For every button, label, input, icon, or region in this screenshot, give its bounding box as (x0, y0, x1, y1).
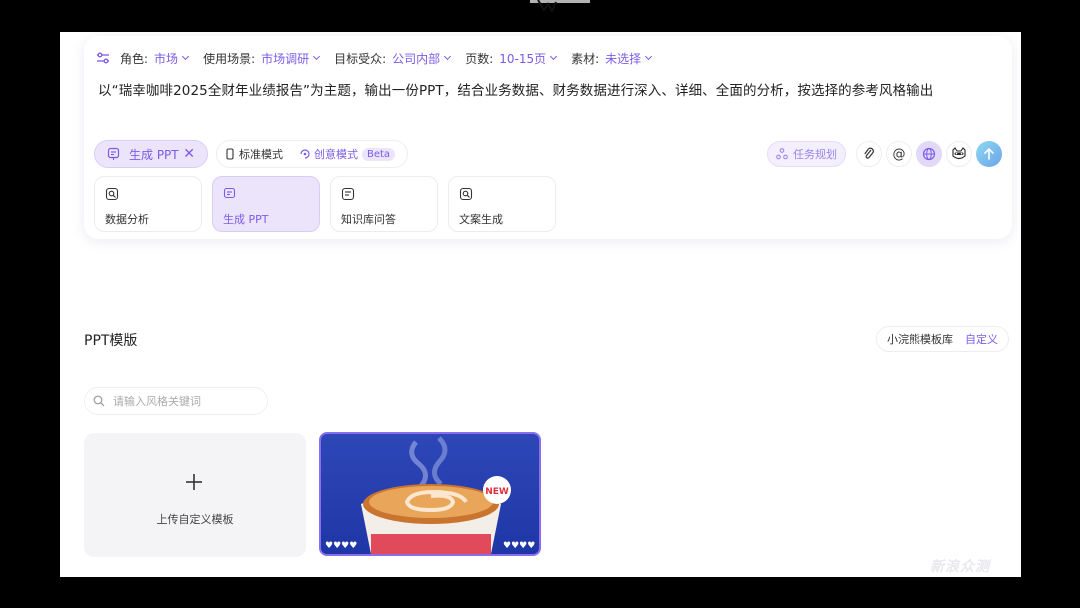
phone-icon (226, 148, 234, 160)
tool-label: 生成 PPT (223, 213, 269, 226)
paperclip-icon (864, 147, 874, 159)
mode-standard[interactable]: 标准模式 (217, 142, 291, 166)
param-value: 市场 (154, 51, 179, 66)
top-decoration (530, 0, 590, 12)
mode-standard-label: 标准模式 (239, 148, 283, 161)
param-scene[interactable]: 使用场景: 市场调研 (203, 50, 321, 67)
tool-label: 知识库问答 (341, 213, 396, 226)
search-icon (93, 395, 105, 407)
tool-knowledge-qa[interactable]: 知识库问答 (330, 176, 438, 232)
hearts-decoration: ♥♥♥♥ (325, 541, 357, 551)
ppt-icon (107, 147, 120, 160)
chevron-down-icon (182, 52, 190, 61)
copywriting-icon (459, 187, 473, 201)
input-card: 角色: 市场 使用场景: 市场调研 目标受众: 公司内部 页数: 10-15页 素材: 未… (84, 36, 1012, 239)
new-badge: NEW (485, 487, 509, 497)
param-label: 角色: (120, 51, 149, 66)
template-source-switch: 小浣熊模板库 自定义 (876, 326, 1009, 352)
plus-icon (186, 474, 202, 490)
at-icon: @ (892, 146, 906, 162)
chevron-down-icon (444, 52, 452, 61)
task-planning-button[interactable]: 任务规划 (767, 141, 846, 167)
param-audience[interactable]: 目标受众: 公司内部 (334, 50, 452, 67)
coffee-cup-image: NEW ♥♥♥♥ ♥♥♥♥ (325, 436, 535, 554)
data-analysis-icon (105, 187, 119, 201)
upload-label: 上传自定义模板 (156, 513, 234, 526)
tool-data-analysis[interactable]: 数据分析 (94, 176, 202, 232)
send-button[interactable] (976, 141, 1002, 167)
param-value: 10-15页 (499, 51, 547, 66)
prompt-text[interactable]: 以“瑞幸咖啡2025全财年业绩报告”为主题，输出一份PPT，结合业务数据、财务数… (98, 79, 998, 99)
style-search (84, 387, 268, 415)
tool-label: 数据分析 (105, 213, 149, 226)
upload-template-card[interactable]: 上传自定义模板 (84, 433, 306, 557)
attach-button[interactable] (856, 141, 882, 167)
ppt-icon (223, 187, 236, 199)
chevron-down-icon (645, 52, 653, 61)
tool-list: 数据分析 生成 PPT 知识库问答 文案生成 (94, 176, 566, 232)
chevron-down-icon (313, 52, 321, 61)
tab-template-library[interactable]: 小浣熊模板库 (881, 331, 959, 347)
right-toolbar: 任务规划 @ (767, 140, 1002, 168)
agent-button[interactable] (946, 141, 972, 167)
web-search-button[interactable] (916, 141, 942, 167)
globe-icon (922, 147, 936, 161)
hearts-decoration: ♥♥♥♥ (503, 541, 535, 551)
network-icon (776, 148, 788, 160)
param-pages[interactable]: 页数: 10-15页 (465, 50, 558, 67)
task-planning-label: 任务规划 (793, 148, 837, 161)
template-thumbnail[interactable]: NEW ♥♥♥♥ ♥♥♥♥ (319, 432, 541, 556)
adjust-icon[interactable] (96, 52, 110, 64)
raccoon-icon (952, 147, 966, 160)
main-stage: 角色: 市场 使用场景: 市场调研 目标受众: 公司内部 页数: 10-15页 素材: 未… (60, 32, 1021, 577)
mode-switch: 标准模式 创意模式 Beta (216, 140, 408, 168)
param-role[interactable]: 角色: 市场 (120, 50, 190, 67)
param-label: 使用场景: (203, 51, 256, 66)
sparkle-icon (300, 149, 310, 159)
chevron-down-icon (550, 52, 558, 61)
tab-custom[interactable]: 自定义 (959, 331, 1004, 347)
mode-creative[interactable]: 创意模式 Beta (291, 142, 403, 166)
param-material[interactable]: 素材: 未选择 (571, 50, 653, 67)
param-value: 市场调研 (261, 51, 310, 66)
close-icon[interactable]: ✕ (183, 146, 195, 162)
params-bar: 角色: 市场 使用场景: 市场调研 目标受众: 公司内部 页数: 10-15页 素材: 未… (96, 48, 666, 68)
param-label: 目标受众: (334, 51, 387, 66)
knowledge-icon (341, 187, 355, 201)
watermark: 新浪众测 (930, 559, 990, 575)
section-title: PPT模版 (84, 333, 138, 349)
arrow-up-icon (984, 147, 994, 160)
chip-label: 生成 PPT (129, 147, 179, 162)
param-label: 页数: (465, 51, 494, 66)
param-value: 未选择 (605, 51, 642, 66)
tool-generate-ppt[interactable]: 生成 PPT (212, 176, 320, 232)
mode-creative-label: 创意模式 (314, 148, 358, 161)
param-label: 素材: (571, 51, 600, 66)
tool-label: 文案生成 (459, 213, 503, 226)
beta-badge: Beta (362, 147, 396, 161)
selected-tool-chip[interactable]: 生成 PPT ✕ (94, 140, 208, 168)
mention-button[interactable]: @ (886, 141, 912, 167)
style-search-input[interactable] (111, 393, 265, 409)
param-value: 公司内部 (392, 51, 441, 66)
tool-copywriting[interactable]: 文案生成 (448, 176, 556, 232)
